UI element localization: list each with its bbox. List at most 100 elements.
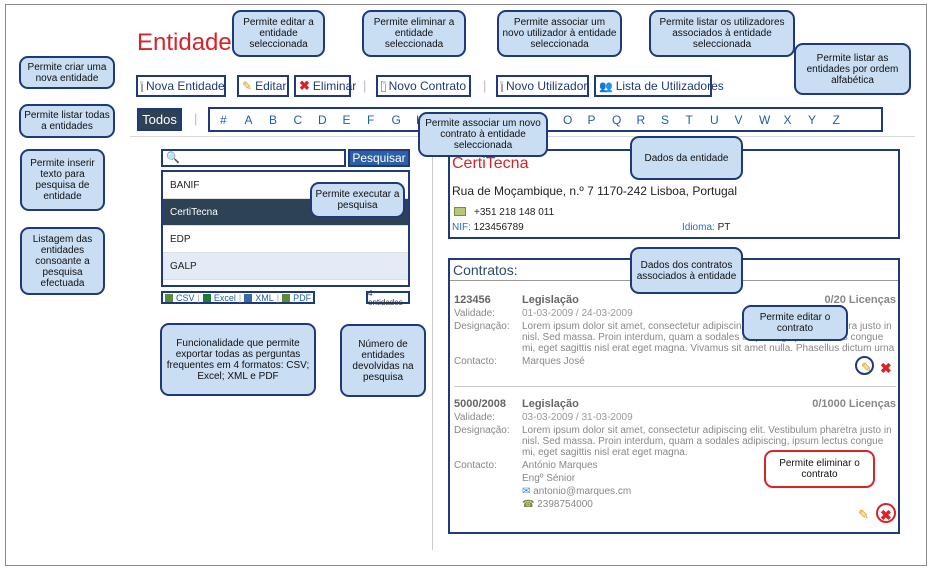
phone-icon: ☎ — [522, 499, 535, 510]
search-icon: 🔍 — [166, 152, 180, 164]
pdf-icon — [282, 293, 291, 302]
contracts-title: Contratos: — [453, 262, 518, 278]
contract-contacto: Marques José — [522, 356, 585, 367]
callout-eliminar: Permite eliminar a entidade seleccionada — [362, 10, 466, 57]
todos-button[interactable]: Todos — [137, 108, 182, 131]
edit-contract-icon[interactable]: ✎ — [858, 507, 869, 523]
list-item[interactable]: EDP — [163, 226, 408, 253]
nova-entidade-label: Nova Entidade — [146, 79, 225, 93]
letter-filter-item[interactable]: F — [367, 113, 392, 127]
letter-filter-item[interactable]: G — [392, 113, 417, 127]
search-input[interactable]: 🔍 — [161, 149, 346, 167]
novo-contrato-button[interactable]: Novo Contrato — [376, 75, 471, 97]
email-icon: ✉ — [522, 486, 531, 497]
page-title: Entidades — [137, 29, 244, 56]
csv-icon — [165, 293, 173, 302]
lista-utilizadores-label: Lista de Utilizadores — [615, 79, 724, 93]
eliminar-button[interactable]: ✖ Eliminar — [294, 75, 356, 97]
letter-filter-item[interactable]: Z — [833, 113, 858, 127]
export-excel-link[interactable]: Excel — [214, 293, 236, 303]
nova-entidade-button[interactable]: Nova Entidade — [136, 75, 226, 97]
export-pdf-link[interactable]: PDF — [293, 293, 311, 303]
list-item-label: GALP — [170, 260, 197, 272]
toolbar-separator: | — [483, 78, 487, 93]
letter-filter-item[interactable]: V — [735, 113, 760, 127]
letter-filter-item[interactable]: T — [686, 113, 711, 127]
callout-editar: Permite editar a entidade seleccionada — [232, 10, 325, 57]
idioma-label: Idioma: — [682, 222, 715, 233]
result-count: 4 entidades — [366, 289, 410, 307]
contract-contacto-phone: ☎ 2398754000 — [522, 499, 896, 510]
novo-utilizador-button[interactable]: Novo Utilizador — [496, 75, 589, 97]
list-item[interactable]: GALP — [163, 253, 408, 280]
letter-filter-item[interactable]: D — [318, 113, 343, 127]
callout-numero: Número de entidades devolvidas na pesqui… — [340, 324, 426, 397]
callout-inserir-texto: Permite inserir texto para pesquisa de e… — [20, 149, 105, 211]
separator: | — [197, 292, 200, 303]
idioma-value: PT — [717, 222, 731, 233]
separator: | — [238, 292, 242, 303]
entity-phone: +351 218 148 011 — [474, 207, 555, 218]
separator: | — [276, 292, 280, 303]
editar-label: Editar — [255, 79, 287, 93]
nif-value: 123456789 — [473, 222, 524, 233]
document-icon — [381, 80, 386, 92]
letter-filter-item[interactable]: R — [637, 113, 662, 127]
letter-filter-item[interactable]: Y — [808, 113, 833, 127]
letter-filter-item[interactable]: C — [294, 113, 319, 127]
lista-utilizadores-button[interactable]: 👥 Lista de Utilizadores — [594, 75, 724, 97]
users-icon: 👥 — [599, 80, 613, 93]
callout-ordem-alfabetica: Permite listar as entidades por ordem al… — [794, 43, 911, 95]
letter-filter-item[interactable]: E — [343, 113, 368, 127]
letter-filter-item[interactable]: Q — [612, 113, 637, 127]
letter-filter-item[interactable]: A — [245, 113, 270, 127]
validade-label: Validade: — [454, 412, 495, 423]
export-csv-link[interactable]: CSV — [176, 293, 195, 303]
callout-listar-todas: Permite listar todas a entidades — [19, 104, 115, 138]
list-item-label: CertiTecna — [170, 206, 218, 218]
list-item-label: EDP — [170, 233, 191, 245]
designacao-label: Designação: — [454, 321, 510, 332]
list-item-label: BANIF — [170, 179, 200, 191]
contract-number: 123456 — [454, 294, 491, 306]
callout-listagem: Listagem das entidades consoante a pesqu… — [20, 227, 105, 295]
contract-number: 5000/2008 — [454, 398, 506, 410]
export-xml-link[interactable]: XML — [255, 293, 274, 303]
callout-editar-contrato: Permite editar o contrato — [742, 305, 848, 341]
xml-icon — [244, 293, 253, 302]
letter-filter-item[interactable]: S — [661, 113, 686, 127]
callout-funcionalidade: Funcionalidade que permite exportar toda… — [160, 323, 316, 396]
phone-value: 2398754000 — [537, 499, 593, 510]
entity-address: Rua de Moçambique, n.º 7 1170-242 Lisboa… — [452, 184, 738, 198]
entity-name: CertiTecna — [452, 155, 529, 172]
callout-executar: Permite executar a pesquisa — [310, 182, 405, 218]
nif-label: NIF: — [452, 222, 471, 233]
document-icon — [500, 80, 503, 92]
eliminar-label: Eliminar — [312, 79, 357, 93]
contracts-panel: Contratos: 123456 Legislação 0/20 Licenças… — [448, 258, 900, 534]
email-value: antonio@marques.cm — [533, 486, 632, 497]
designacao-label: Designação: — [454, 425, 510, 436]
letter-filter-item[interactable]: O — [563, 113, 588, 127]
editar-button[interactable]: ✎ Editar — [237, 75, 289, 97]
pencil-icon: ✎ — [242, 79, 253, 93]
letter-filter-item[interactable]: P — [588, 113, 613, 127]
callout-associar-utilizador: Permite associar um novo utilizador à en… — [497, 10, 622, 57]
entity-idioma: Idioma: PT — [682, 222, 730, 233]
contract-type: Legislação — [522, 398, 579, 410]
delete-contract-icon[interactable]: ✖ — [880, 360, 892, 377]
letter-filter-item[interactable]: U — [710, 113, 735, 127]
novo-contrato-label: Novo Contrato — [388, 79, 466, 93]
contract-divider — [454, 386, 896, 387]
pesquisar-button[interactable]: Pesquisar — [348, 149, 410, 167]
toolbar-separator: | — [363, 78, 367, 93]
letter-filter-item[interactable]: W — [759, 113, 784, 127]
letter-filter-item[interactable]: # — [220, 113, 245, 127]
highlight-delete-circle — [876, 503, 896, 523]
callout-associar-contrato: Permite associar um novo contrato à enti… — [418, 112, 548, 157]
callout-listar-utilizadores: Permite listar os utilizadores associado… — [649, 10, 795, 57]
letter-filter-item[interactable]: B — [269, 113, 294, 127]
excel-icon — [202, 293, 211, 302]
filter-separator: | — [194, 111, 198, 126]
letter-filter-item[interactable]: X — [784, 113, 809, 127]
